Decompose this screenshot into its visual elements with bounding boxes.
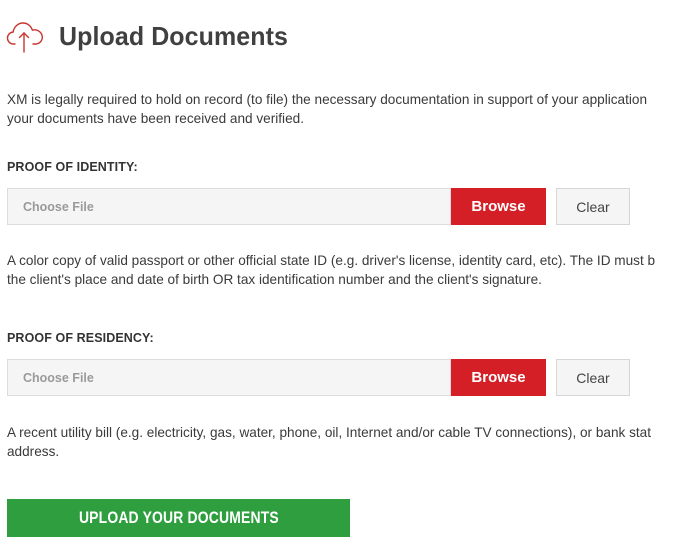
residency-clear-button[interactable]: Clear — [556, 359, 630, 396]
upload-documents-label: UPLOAD YOUR DOCUMENTS — [78, 508, 279, 527]
proof-of-identity-label: PROOF OF IDENTITY: — [7, 160, 138, 174]
residency-browse-button[interactable]: Browse — [451, 359, 546, 396]
residency-description: A recent utility bill (e.g. electricity,… — [7, 423, 677, 461]
upload-documents-button[interactable]: UPLOAD YOUR DOCUMENTS — [7, 499, 350, 537]
intro-line-2: your documents have been received and ve… — [7, 111, 304, 126]
cloud-upload-icon — [6, 19, 44, 53]
residency-desc-line-1: A recent utility bill (e.g. electricity,… — [7, 425, 652, 440]
upload-documents-page: Upload Documents XM is legally required … — [0, 0, 677, 545]
residency-file-input[interactable]: Choose File — [7, 359, 451, 396]
page-title: Upload Documents — [59, 20, 288, 51]
intro-text: XM is legally required to hold on record… — [7, 90, 677, 128]
identity-desc-line-1: A color copy of valid passport or other … — [7, 253, 656, 268]
identity-file-input[interactable]: Choose File — [7, 188, 451, 225]
identity-description: A color copy of valid passport or other … — [7, 251, 677, 289]
page-header: Upload Documents — [6, 14, 298, 58]
residency-desc-line-2: address. — [7, 444, 60, 459]
identity-clear-button[interactable]: Clear — [556, 188, 630, 225]
intro-line-1: XM is legally required to hold on record… — [7, 92, 648, 107]
identity-browse-button[interactable]: Browse — [451, 188, 546, 225]
identity-desc-line-2: the client's place and date of birth OR … — [7, 272, 542, 287]
proof-of-residency-label: PROOF OF RESIDENCY: — [7, 331, 154, 345]
